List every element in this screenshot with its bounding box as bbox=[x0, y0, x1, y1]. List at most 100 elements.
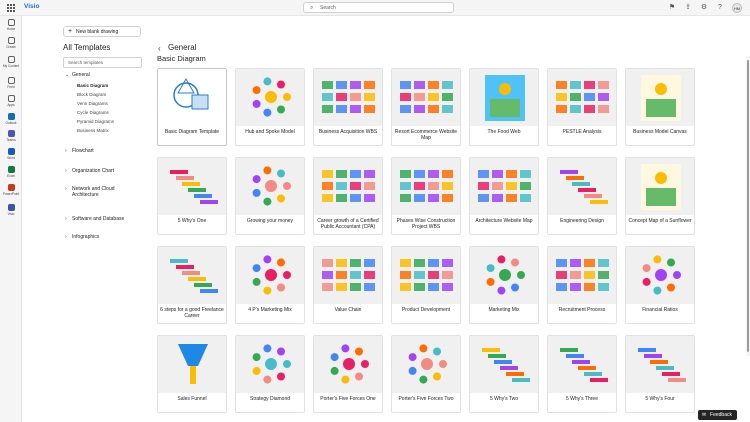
category-network-and-cloud-architecture[interactable]: › Network and Cloud Architecture bbox=[65, 186, 125, 198]
template-card[interactable]: Career growth of a Certified Public Acco… bbox=[313, 157, 383, 235]
template-card-label: Recruitment Process bbox=[558, 307, 606, 313]
rail-item-label: Apps bbox=[7, 103, 15, 107]
chevron-right-icon[interactable]: › bbox=[65, 148, 67, 154]
template-card[interactable]: Strategy Diamond bbox=[235, 335, 305, 413]
template-card[interactable]: 5 Why's Four bbox=[625, 335, 695, 413]
template-card[interactable]: Growing your money bbox=[235, 157, 305, 235]
template-thumbnail bbox=[314, 158, 382, 215]
subcategory-item[interactable]: Block Diagram bbox=[65, 90, 114, 99]
rail-item-feed[interactable]: Feed bbox=[0, 77, 22, 89]
template-card[interactable]: The Food Web bbox=[469, 68, 539, 146]
subcategory-item[interactable]: Business Matrix bbox=[65, 126, 114, 135]
share-icon[interactable]: ⇪ bbox=[684, 4, 692, 12]
template-card-label: Hub and Spoke Model bbox=[245, 129, 295, 135]
subcategory-item[interactable]: Venn Diagrams bbox=[65, 99, 114, 108]
rail-item-powerpoint[interactable]: PowerPoint bbox=[0, 184, 22, 196]
rail-item-home[interactable]: Home bbox=[0, 19, 22, 31]
template-card[interactable]: Recruitment Process bbox=[547, 246, 617, 324]
subcategory-item[interactable]: Basic Diagram bbox=[65, 81, 114, 90]
app-launcher-icon[interactable] bbox=[7, 4, 15, 12]
template-card[interactable]: Porter's Five Forces One bbox=[313, 335, 383, 413]
rail-item-word[interactable]: Word bbox=[0, 148, 22, 160]
avatar[interactable]: HM bbox=[732, 3, 742, 13]
template-card[interactable]: Product Development bbox=[391, 246, 461, 324]
rail-item-teams[interactable]: Teams bbox=[0, 130, 22, 142]
category-software-and-database[interactable]: › Software and Database bbox=[65, 216, 149, 222]
app-name[interactable]: Visio bbox=[24, 3, 39, 10]
template-card[interactable]: 5 Why's One bbox=[157, 157, 227, 235]
subcategory-item[interactable]: Pyramid Diagrams bbox=[65, 117, 114, 126]
template-thumbnail-image bbox=[322, 170, 375, 202]
scrollbar[interactable] bbox=[746, 56, 750, 356]
flag-icon[interactable]: ⚑ bbox=[668, 4, 676, 12]
template-card[interactable]: Porter's Five Forces Two bbox=[391, 335, 461, 413]
category-label: Network and Cloud Architecture bbox=[72, 186, 115, 198]
template-card[interactable]: Business Acquisition WBS bbox=[313, 68, 383, 146]
rail-item-outlook[interactable]: Outlook bbox=[0, 113, 22, 125]
chevron-right-icon[interactable]: › bbox=[65, 168, 67, 174]
template-card[interactable]: Engineering Design bbox=[547, 157, 617, 235]
rail-item-visio[interactable]: Visio bbox=[0, 204, 22, 216]
rail-item-excel[interactable]: Excel bbox=[0, 166, 22, 178]
help-icon[interactable]: ? bbox=[716, 4, 724, 12]
rail-item-label: Home bbox=[6, 27, 16, 31]
rail-item-my-content[interactable]: My Content bbox=[0, 56, 22, 68]
chevron-right-icon[interactable]: › bbox=[65, 186, 67, 192]
category-general[interactable]: ⌄ General Basic Diagram Block Diagram Venn D… bbox=[65, 72, 149, 133]
settings-gear-icon[interactable]: ⚙ bbox=[700, 4, 708, 12]
template-card-label: PESTLE Analysis bbox=[562, 129, 602, 135]
rail-item-label: Excel bbox=[7, 174, 15, 178]
template-thumbnail-image bbox=[486, 255, 525, 295]
template-card[interactable]: Financial Ratios bbox=[625, 246, 695, 324]
template-card[interactable]: Concept Map of a Sunflower bbox=[625, 157, 695, 235]
rail-item-create[interactable]: Create bbox=[0, 37, 22, 49]
rail-item-apps[interactable]: Apps bbox=[0, 95, 22, 107]
template-thumbnail-image bbox=[560, 170, 608, 204]
template-thumbnail bbox=[470, 336, 538, 393]
template-card[interactable]: Architecture Website Map bbox=[469, 157, 539, 235]
template-card[interactable]: Hub and Spoke Model bbox=[235, 68, 305, 146]
template-card[interactable]: 6 steps for a good Freelance Career bbox=[157, 246, 227, 324]
template-thumbnail-image bbox=[641, 164, 681, 210]
category-label: Organization Chart bbox=[72, 168, 114, 174]
chevron-right-icon[interactable]: › bbox=[65, 234, 67, 240]
subcategory-item[interactable]: Cycle Diagrams bbox=[65, 108, 114, 117]
rail-item-label: Visio bbox=[7, 212, 15, 216]
category-organization-chart[interactable]: › Organization Chart bbox=[65, 168, 149, 174]
template-card[interactable]: 5 Why's Two bbox=[469, 335, 539, 413]
search-input[interactable]: ⌕ Search bbox=[303, 2, 454, 13]
template-thumbnail-image bbox=[252, 344, 291, 384]
template-thumbnail-image bbox=[252, 77, 291, 117]
template-card[interactable]: PESTLE Analysis bbox=[547, 68, 617, 146]
category-label: Software and Database bbox=[72, 216, 125, 222]
template-thumbnail-image bbox=[400, 259, 453, 291]
template-card[interactable]: Marketing Mix bbox=[469, 246, 539, 324]
template-card[interactable]: Sales Funnel bbox=[157, 335, 227, 413]
template-card[interactable]: Value Chain bbox=[313, 246, 383, 324]
template-search-input[interactable]: Search templates bbox=[63, 57, 142, 68]
template-card[interactable]: 5 Why's Three bbox=[547, 335, 617, 413]
rail-item-label: Word bbox=[7, 156, 15, 160]
scrollbar-thumb[interactable] bbox=[747, 60, 749, 352]
template-card-label: Strategy Diamond bbox=[249, 396, 291, 402]
template-thumbnail bbox=[236, 69, 304, 126]
chevron-right-icon[interactable]: › bbox=[65, 216, 67, 222]
feedback-button[interactable]: ✉ Feedback bbox=[698, 410, 737, 420]
rail-item-label: Create bbox=[6, 45, 16, 49]
new-blank-drawing-button[interactable]: + New blank drawing bbox=[63, 26, 141, 37]
template-card[interactable]: 4 P's Marketing Mix bbox=[235, 246, 305, 324]
template-card-label: Architecture Website Map bbox=[475, 218, 533, 224]
template-thumbnail-image bbox=[482, 348, 530, 382]
template-card[interactable]: Basic Diagram Template bbox=[157, 68, 227, 146]
template-card[interactable]: Resort Ecommerce Website Map bbox=[391, 68, 461, 146]
template-thumbnail-image bbox=[170, 170, 218, 204]
template-card-label: Value Chain bbox=[334, 307, 362, 313]
category-infographics[interactable]: › Infographics bbox=[65, 234, 149, 240]
template-card[interactable]: Business Model Canvas bbox=[625, 68, 695, 146]
rail-item-label: Feed bbox=[7, 85, 15, 89]
back-chevron-icon[interactable]: ‹ bbox=[158, 44, 161, 53]
template-card[interactable]: Phases Wise Construction Project WBS bbox=[391, 157, 461, 235]
template-card-label: 5 Why's Three bbox=[566, 396, 598, 402]
chevron-down-icon[interactable]: ⌄ bbox=[65, 72, 69, 78]
category-flowchart[interactable]: › Flowchart bbox=[65, 148, 149, 154]
